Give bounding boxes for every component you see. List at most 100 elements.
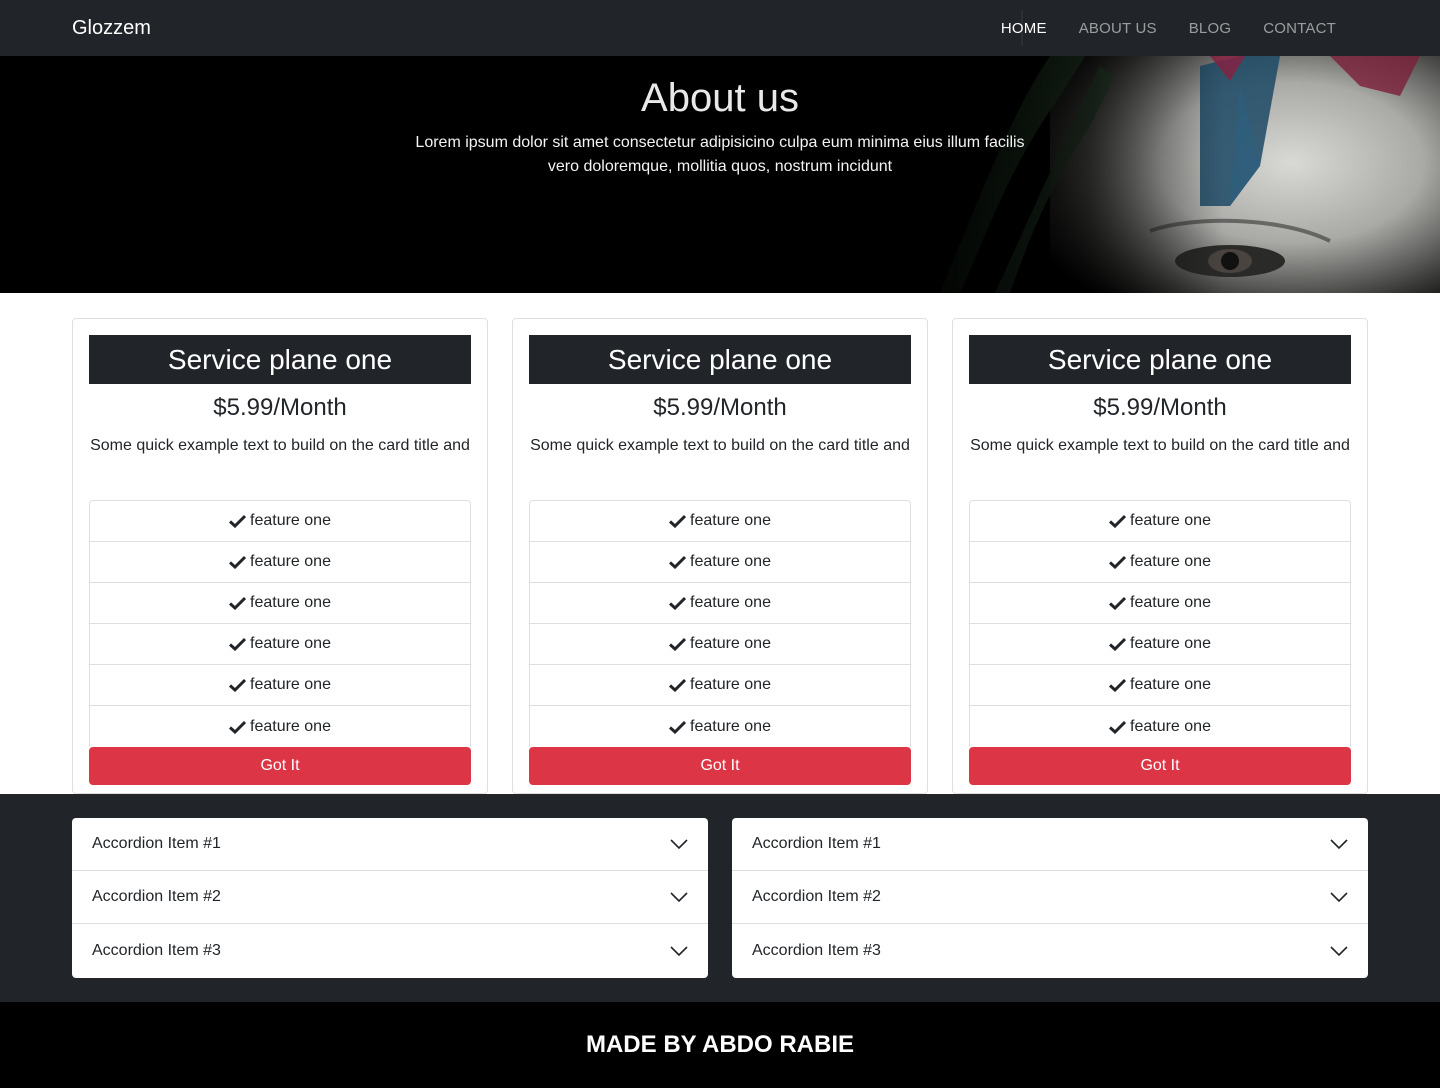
hero-description: Lorem ipsum dolor sit amet consectetur a…: [415, 134, 1025, 175]
feature-item: feature one: [90, 706, 470, 747]
accordion-header[interactable]: Accordion Item #1: [732, 818, 1368, 871]
card-title: Service plane one: [529, 335, 911, 384]
card-title: Service plane one: [969, 335, 1351, 384]
check-icon: [669, 678, 687, 692]
accordion-right: Accordion Item #1 Accordion Item #2 Acco…: [732, 818, 1368, 978]
nav-links: HOME ABOUT US BLOG CONTACT: [985, 0, 1352, 56]
feature-list: feature one feature one feature one feat…: [529, 500, 911, 747]
pricing-card: Service plane one $5.99/Month Some quick…: [952, 318, 1368, 794]
feature-list: feature one feature one feature one feat…: [89, 500, 471, 747]
chevron-down-icon: [1330, 839, 1348, 850]
accordion-label: Accordion Item #2: [752, 888, 881, 905]
feature-list: feature one feature one feature one feat…: [969, 500, 1351, 747]
feature-label: feature one: [690, 553, 771, 570]
feature-item: feature one: [90, 665, 470, 706]
feature-item: feature one: [970, 542, 1350, 583]
pricing-card: Service plane one $5.99/Month Some quick…: [72, 318, 488, 794]
feature-item: feature one: [530, 542, 910, 583]
feature-label: feature one: [690, 635, 771, 652]
accordion-header[interactable]: Accordion Item #2: [72, 871, 708, 924]
feature-label: feature one: [1130, 676, 1211, 693]
feature-item: feature one: [530, 665, 910, 706]
accordion-header[interactable]: Accordion Item #2: [732, 871, 1368, 924]
check-icon: [669, 637, 687, 651]
feature-label: feature one: [690, 717, 771, 735]
feature-item: feature one: [970, 665, 1350, 706]
accordion-header[interactable]: Accordion Item #3: [732, 924, 1368, 978]
feature-label: feature one: [690, 676, 771, 693]
check-icon: [229, 637, 247, 651]
nav-link-home[interactable]: HOME: [985, 20, 1063, 37]
feature-item: feature one: [90, 583, 470, 624]
chevron-down-icon: [1330, 946, 1348, 957]
check-icon: [229, 596, 247, 610]
feature-item: feature one: [90, 501, 470, 542]
accordion-label: Accordion Item #1: [92, 835, 221, 852]
card-description: Some quick example text to build on the …: [90, 437, 470, 454]
chevron-down-icon: [670, 839, 688, 850]
accordion-label: Accordion Item #2: [92, 888, 221, 905]
accordion-header[interactable]: Accordion Item #1: [72, 818, 708, 871]
feature-label: feature one: [1130, 512, 1211, 529]
chevron-down-icon: [1330, 892, 1348, 903]
feature-label: feature one: [690, 512, 771, 529]
check-icon: [1109, 596, 1127, 610]
hero-content: About us Lorem ipsum dolor sit amet cons…: [0, 76, 1440, 179]
check-icon: [1109, 637, 1127, 651]
brand-logo[interactable]: Glozzem: [72, 17, 151, 40]
feature-label: feature one: [1130, 635, 1211, 652]
pricing-card: Service plane one $5.99/Month Some quick…: [512, 318, 928, 794]
check-icon: [669, 720, 687, 734]
feature-item: feature one: [530, 624, 910, 665]
card-description: Some quick example text to build on the …: [970, 437, 1350, 454]
check-icon: [1109, 514, 1127, 528]
feature-label: feature one: [1130, 594, 1211, 611]
feature-label: feature one: [690, 594, 771, 611]
pricing-section: Service plane one $5.99/Month Some quick…: [0, 293, 1440, 794]
check-icon: [229, 555, 247, 569]
feature-item: feature one: [970, 583, 1350, 624]
check-icon: [229, 678, 247, 692]
nav-link-about[interactable]: ABOUT US: [1063, 20, 1173, 37]
card-price: $5.99/Month: [1093, 394, 1227, 421]
nav-link-blog[interactable]: BLOG: [1173, 20, 1247, 37]
accordion-label: Accordion Item #3: [92, 942, 221, 959]
chevron-down-icon: [670, 892, 688, 903]
got-it-button[interactable]: Got It: [89, 747, 471, 785]
feature-item: feature one: [530, 706, 910, 747]
footer: MADE BY ABDO RABIE: [0, 1002, 1440, 1088]
check-icon: [229, 514, 247, 528]
hero-section: About us Lorem ipsum dolor sit amet cons…: [0, 56, 1440, 293]
navbar: Glozzem HOME ABOUT US BLOG CONTACT: [0, 0, 1440, 56]
feature-item: feature one: [970, 706, 1350, 747]
accordion-header[interactable]: Accordion Item #3: [72, 924, 708, 978]
feature-label: feature one: [250, 635, 331, 652]
footer-credit: MADE BY ABDO RABIE: [585, 1031, 855, 1058]
feature-item: feature one: [530, 583, 910, 624]
feature-label: feature one: [250, 594, 331, 611]
check-icon: [229, 720, 247, 734]
accordion-section: Accordion Item #1 Accordion Item #2 Acco…: [0, 794, 1440, 1002]
card-price: $5.99/Month: [213, 394, 347, 421]
feature-label: feature one: [250, 676, 331, 693]
check-icon: [1109, 720, 1127, 734]
card-price: $5.99/Month: [653, 394, 787, 421]
check-icon: [669, 596, 687, 610]
check-icon: [669, 555, 687, 569]
feature-item: feature one: [90, 542, 470, 583]
card-title: Service plane one: [89, 335, 471, 384]
check-icon: [669, 514, 687, 528]
nav-link-contact[interactable]: CONTACT: [1247, 20, 1352, 37]
feature-label: feature one: [1130, 717, 1211, 735]
got-it-button[interactable]: Got It: [529, 747, 911, 785]
hero-title: About us: [641, 76, 799, 120]
feature-item: feature one: [970, 501, 1350, 542]
got-it-button[interactable]: Got It: [969, 747, 1351, 785]
feature-label: feature one: [1130, 553, 1211, 570]
feature-label: feature one: [250, 512, 331, 529]
feature-label: feature one: [250, 717, 331, 735]
check-icon: [1109, 555, 1127, 569]
feature-item: feature one: [970, 624, 1350, 665]
accordion-left: Accordion Item #1 Accordion Item #2 Acco…: [72, 818, 708, 978]
chevron-down-icon: [670, 946, 688, 957]
